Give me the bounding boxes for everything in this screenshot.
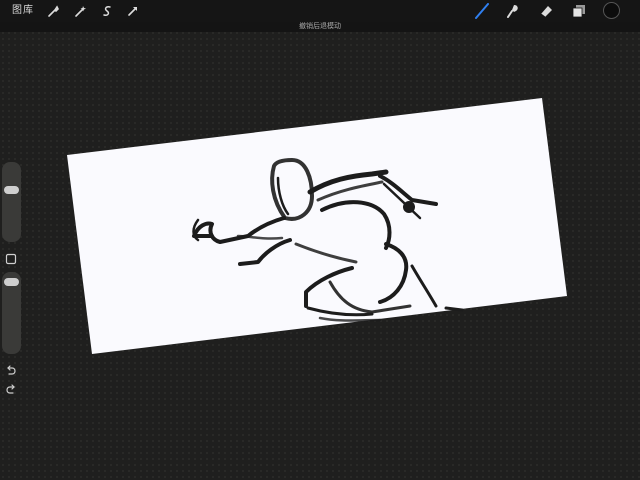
opacity-thumb[interactable] bbox=[4, 278, 19, 286]
brush-size-slider[interactable] bbox=[2, 162, 21, 242]
canvas-area[interactable] bbox=[0, 0, 640, 480]
opacity-slider[interactable] bbox=[2, 272, 21, 354]
drawing-canvas[interactable] bbox=[67, 98, 567, 354]
sketch-fist bbox=[403, 201, 415, 213]
side-toolbar bbox=[0, 160, 22, 400]
redo-icon[interactable] bbox=[4, 382, 18, 396]
undo-icon[interactable] bbox=[4, 363, 18, 377]
square-modify-icon[interactable] bbox=[4, 252, 18, 266]
procreate-app: 图库 撤销后退模动 bbox=[0, 0, 640, 480]
brush-size-thumb[interactable] bbox=[4, 186, 19, 194]
